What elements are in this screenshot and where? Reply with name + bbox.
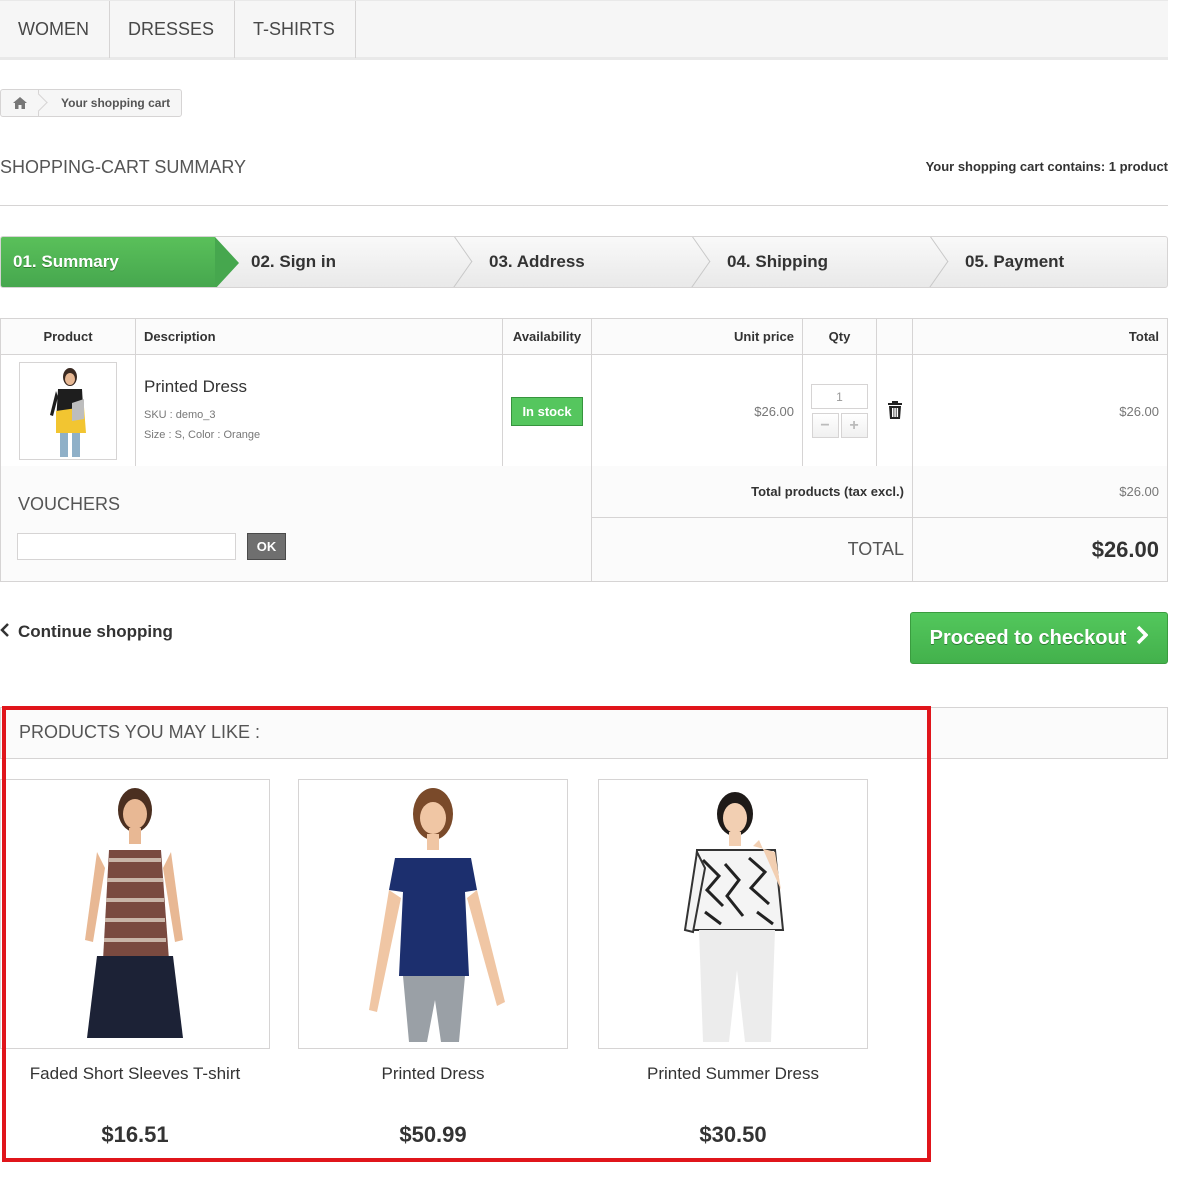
- checkout-steps: 01. Summary 02. Sign in 03. Address 04. …: [0, 236, 1168, 288]
- voucher-ok-button[interactable]: OK: [247, 533, 286, 560]
- product-image[interactable]: [298, 779, 568, 1049]
- total-value: $26.00: [1091, 536, 1159, 562]
- total-products-label: Total products (tax excl.): [592, 466, 913, 517]
- chevron-left-icon: [0, 622, 10, 642]
- divider: [0, 205, 1168, 206]
- product-name[interactable]: Printed Summer Dress: [598, 1064, 868, 1084]
- step-shipping: 04. Shipping: [691, 237, 929, 287]
- cart-count-text: Your shopping cart contains: 1 product: [925, 159, 1168, 174]
- product-price: $30.50: [699, 1122, 767, 1147]
- chevron-right-icon: [1136, 625, 1149, 651]
- breadcrumb: Your shopping cart: [0, 89, 183, 117]
- line-total: $26.00: [912, 354, 1168, 468]
- product-sku: SKU : demo_3: [144, 409, 216, 421]
- header-qty: Qty: [802, 318, 877, 355]
- plus-icon[interactable]: +: [840, 413, 868, 438]
- unit-price: $26.00: [591, 354, 803, 468]
- total-label: TOTAL: [592, 518, 913, 581]
- product-price: $50.99: [399, 1122, 467, 1147]
- breadcrumb-current: Your shopping cart: [61, 96, 171, 110]
- vouchers-block: VOUCHERS: [0, 466, 592, 582]
- product-name[interactable]: Printed Dress: [298, 1064, 568, 1084]
- step-label: 05. Payment: [965, 252, 1065, 271]
- product-card[interactable]: Printed Summer Dress $30.50: [598, 779, 868, 1148]
- menu-dresses[interactable]: DRESSES: [110, 1, 236, 58]
- step-summary: 01. Summary: [1, 237, 239, 287]
- product-image[interactable]: [598, 779, 868, 1049]
- step-label: 01. Summary: [13, 252, 119, 271]
- step-address: 03. Address: [453, 237, 691, 287]
- total-products-value: $26.00: [1119, 484, 1159, 499]
- voucher-input[interactable]: [17, 533, 236, 560]
- header-availability: Availability: [502, 318, 592, 355]
- product-card[interactable]: Faded Short Sleeves T-shirt $16.51: [0, 779, 270, 1148]
- cart-totals: Total products (tax excl.) $26.00 TOTAL …: [591, 466, 1168, 582]
- product-name-link[interactable]: Printed Dress: [144, 377, 494, 397]
- header-description: Description: [135, 318, 503, 355]
- step-label: 03. Address: [489, 252, 585, 271]
- product-image[interactable]: [0, 779, 270, 1049]
- checkout-label: Proceed to checkout: [929, 626, 1127, 649]
- product-price: $16.51: [101, 1122, 169, 1147]
- table-row: Printed Dress SKU : demo_3 Size : S, Col…: [0, 354, 1168, 468]
- header-unit-price: Unit price: [591, 318, 803, 355]
- status-badge: In stock: [511, 396, 583, 426]
- product-name[interactable]: Faded Short Sleeves T-shirt: [0, 1064, 270, 1084]
- main-menu: WOMEN DRESSES T-SHIRTS: [0, 0, 1168, 60]
- quantity-input[interactable]: 1: [811, 384, 868, 409]
- step-sign-in: 02. Sign in: [215, 237, 453, 287]
- vouchers-title: VOUCHERS: [18, 494, 121, 514]
- step-label: 02. Sign in: [251, 252, 337, 271]
- menu-tshirts[interactable]: T-SHIRTS: [235, 1, 356, 58]
- header-delete: [876, 318, 913, 355]
- page-title: SHOPPING-CART SUMMARY: [0, 157, 247, 177]
- recommendations-title: PRODUCTS YOU MAY LIKE :: [19, 722, 261, 742]
- product-attributes: Size : S, Color : Orange: [144, 429, 261, 441]
- product-thumbnail[interactable]: [19, 362, 117, 460]
- header-product: Product: [0, 318, 136, 355]
- step-label: 04. Shipping: [727, 252, 829, 271]
- continue-shopping-link[interactable]: Continue shopping: [0, 622, 173, 642]
- product-card[interactable]: Printed Dress $50.99: [298, 779, 568, 1148]
- menu-women[interactable]: WOMEN: [0, 1, 110, 58]
- proceed-to-checkout-button[interactable]: Proceed to checkout: [910, 612, 1168, 664]
- header-total: Total: [912, 318, 1168, 355]
- continue-shopping-label: Continue shopping: [18, 622, 173, 641]
- cart-table: Product Description Availability Unit pr…: [0, 318, 1168, 468]
- step-payment: 05. Payment: [929, 237, 1167, 287]
- minus-icon[interactable]: −: [811, 413, 839, 438]
- trash-icon[interactable]: [887, 400, 903, 423]
- home-icon[interactable]: [1, 90, 39, 116]
